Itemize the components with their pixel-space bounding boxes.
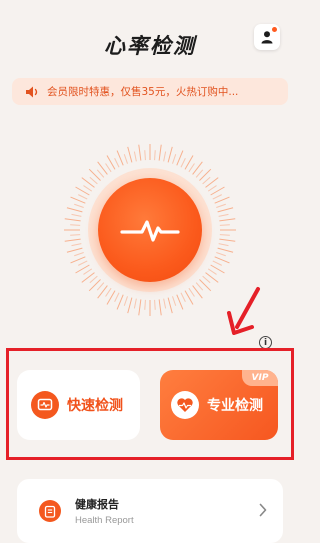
pulse-icon [120,220,180,242]
vip-badge: VIP [242,370,278,386]
arrow-icon [227,287,260,335]
report-icon [39,500,61,522]
heart-rate-dial [60,140,240,320]
notification-dot [272,27,277,32]
chevron-right-icon [259,503,267,517]
promo-text: 会员限时特惠，仅售35元，火热订购中... [47,86,239,98]
user-button[interactable] [254,24,280,50]
speaker-icon [26,86,38,97]
promo-banner[interactable]: 会员限时特惠，仅售35元，火热订购中... [12,78,288,105]
health-report-item[interactable]: 健康报告 Health Report [17,479,283,543]
pro-measure-label: 专业检测 [207,398,263,414]
heart-pulse-icon [171,391,199,419]
start-measure-button[interactable] [98,178,202,282]
user-icon [261,31,273,44]
monitor-heart-icon [31,391,59,419]
quick-measure-label: 快速检测 [67,398,123,414]
report-subtitle: Health Report [75,515,134,526]
report-title: 健康报告 [75,498,119,511]
quick-measure-button[interactable]: 快速检测 [17,370,140,440]
pro-measure-button[interactable]: VIP 专业检测 [160,370,278,440]
